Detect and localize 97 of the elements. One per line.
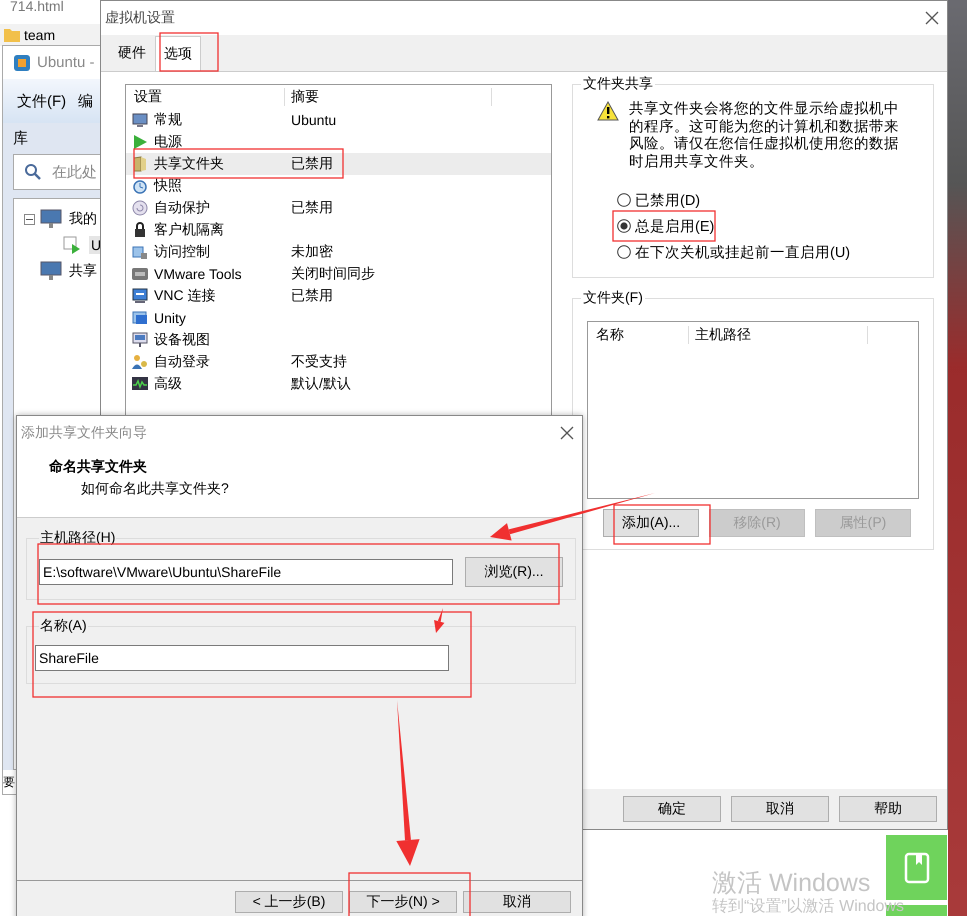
- tab[interactable]: 选项: [155, 36, 201, 71]
- folder-button[interactable]: 添加(A)...: [603, 509, 699, 537]
- dialog-title: 添加共享文件夹向导: [21, 424, 147, 442]
- settings-row[interactable]: 电源: [126, 131, 551, 153]
- setting-name: 客户机隔离: [154, 221, 225, 239]
- settings-row[interactable]: 高级 默认/默认: [126, 373, 551, 395]
- search-icon: [24, 163, 42, 181]
- settings-row[interactable]: 共享文件夹 已禁用: [126, 153, 551, 175]
- dialog-button[interactable]: 帮助: [839, 796, 937, 822]
- activation-title: 激活 Windows: [712, 868, 870, 898]
- app-tile[interactable]: [886, 835, 947, 900]
- settings-row[interactable]: 访问控制 未加密: [126, 241, 551, 263]
- setting-name: Unity: [154, 310, 187, 326]
- app-logo-icon: [13, 54, 31, 72]
- bookmark-icon: [904, 852, 930, 884]
- setting-name: 访问控制: [154, 243, 211, 261]
- tree-item[interactable]: 共享: [67, 261, 99, 281]
- column-header[interactable]: 名称: [588, 326, 689, 344]
- settings-row[interactable]: 快照: [126, 175, 551, 197]
- setting-name: 自动保护: [154, 199, 211, 217]
- status-text: 要: [3, 774, 15, 790]
- setting-summary: Ubuntu: [291, 112, 336, 128]
- library-label: 库: [13, 130, 28, 147]
- window-title: Ubuntu -: [37, 54, 95, 71]
- warning-icon: [597, 101, 619, 121]
- lock-icon: [132, 222, 148, 238]
- tree-item[interactable]: 我的: [67, 209, 99, 229]
- lock-window-icon: [132, 244, 148, 260]
- settings-row[interactable]: 客户机隔离: [126, 219, 551, 241]
- setting-name: VNC 连接: [154, 287, 216, 305]
- monitor-icon: [132, 332, 148, 348]
- annotation-box: [159, 32, 219, 72]
- wizard-button[interactable]: 下一步(N) >: [349, 891, 457, 913]
- setting-name: 共享文件夹: [154, 155, 225, 173]
- wizard-button[interactable]: 取消: [463, 891, 571, 913]
- settings-row[interactable]: 自动保护 已禁用: [126, 197, 551, 219]
- monitor-icon: [132, 288, 148, 304]
- window-icon: [132, 310, 148, 326]
- warning-text: 共享文件夹会将您的文件显示给虚拟机中的程序。这可能为您的计算机和数据带来风险。请仅在您信任虚拟机使用您的数据时启用共享文件夹。: [629, 101, 900, 171]
- radio-option[interactable]: 总是启用(E): [617, 213, 919, 239]
- activation-subtitle: 转到“设置”以激活 Windows: [712, 897, 904, 916]
- settings-row[interactable]: 设备视图: [126, 329, 551, 351]
- setting-name: 设备视图: [154, 331, 211, 349]
- setting-name: 自动登录: [154, 353, 211, 371]
- wizard-heading: 命名共享文件夹: [49, 458, 148, 476]
- settings-row[interactable]: Unity: [126, 307, 551, 329]
- menu-item[interactable]: 文件(F): [17, 92, 66, 110]
- column-header[interactable]: 摘要: [285, 88, 492, 106]
- tools-icon: [132, 266, 148, 282]
- radio-option[interactable]: 已禁用(D): [617, 187, 919, 213]
- radio-option[interactable]: 在下次关机或挂起前一直启用(U): [617, 239, 919, 265]
- path-field[interactable]: E:\software\VMware\Ubuntu\ShareFile: [39, 559, 453, 585]
- setting-name: 快照: [154, 177, 183, 195]
- settings-row[interactable]: 自动登录 不受支持: [126, 351, 551, 373]
- dialog-button[interactable]: 取消: [731, 796, 829, 822]
- wizard-button[interactable]: < 上一步(B): [235, 891, 343, 913]
- group-label: 文件夹(F): [581, 289, 645, 307]
- computer-icon: [40, 209, 62, 229]
- folder-icon: [4, 28, 20, 42]
- setting-summary: 已禁用: [291, 287, 333, 305]
- browse-button[interactable]: 浏览(R)...: [465, 557, 563, 587]
- setting-summary: 关闭时间同步: [291, 265, 375, 283]
- setting-summary: 不受支持: [291, 353, 347, 371]
- settings-row[interactable]: 常规 Ubuntu: [126, 109, 551, 131]
- name-field[interactable]: ShareFile: [35, 645, 449, 671]
- close-icon[interactable]: [560, 426, 574, 440]
- collapse-icon[interactable]: [24, 214, 35, 224]
- settings-row[interactable]: VMware Tools 关闭时间同步: [126, 263, 551, 285]
- setting-name: 常规: [154, 111, 183, 129]
- clock-icon: [132, 178, 148, 194]
- setting-summary: 默认/默认: [291, 375, 351, 393]
- group-label: 主机路径(H): [39, 529, 116, 547]
- person-key-icon: [132, 354, 148, 370]
- graph-icon: [132, 376, 148, 392]
- dialog-button[interactable]: 确定: [623, 796, 721, 822]
- column-header[interactable]: 主机路径: [689, 326, 868, 344]
- page-title: 714.html: [10, 0, 64, 14]
- setting-summary: 未加密: [291, 243, 333, 261]
- setting-name: VMware Tools: [154, 266, 243, 282]
- menu-item[interactable]: 编: [78, 92, 94, 110]
- computer-icon: [40, 261, 62, 281]
- setting-summary: 已禁用: [291, 199, 333, 217]
- folder-icon: [132, 156, 148, 172]
- settings-row[interactable]: VNC 连接 已禁用: [126, 285, 551, 307]
- wizard-subheading: 如何命名此共享文件夹?: [81, 480, 230, 498]
- setting-summary: 已禁用: [291, 155, 333, 173]
- play-icon: [132, 134, 148, 150]
- monitor-icon: [132, 112, 148, 128]
- close-icon[interactable]: [925, 11, 939, 25]
- annotation-arrow: [434, 608, 444, 633]
- setting-name: 高级: [154, 375, 183, 393]
- column-header[interactable]: 设置: [126, 88, 285, 106]
- group-label: 名称(A): [39, 617, 88, 635]
- setting-name: 电源: [154, 133, 183, 151]
- dialog-title: 虚拟机设置: [105, 9, 175, 27]
- tab[interactable]: 硬件: [109, 35, 155, 71]
- group-label: 文件夹共享: [581, 75, 655, 93]
